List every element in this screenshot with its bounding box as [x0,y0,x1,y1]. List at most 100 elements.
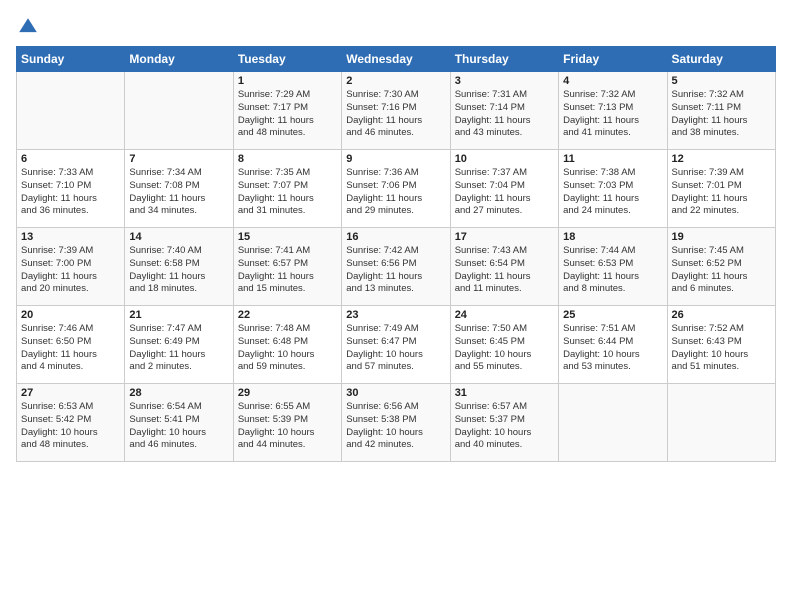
day-cell: 30 Sunrise: 6:56 AM Sunset: 5:38 PM Dayli… [342,384,450,462]
day-cell: 24 Sunrise: 7:50 AM Sunset: 6:45 PM Dayli… [450,306,558,384]
day-cell: 16Sunrise: 7:42 AM Sunset: 6:56 PM Dayli… [342,228,450,306]
day-cell: 21 Sunrise: 7:47 AM Sunset: 6:49 PM Dayli… [125,306,233,384]
day-number: 20 [21,309,120,321]
day-info: Sunrise: 7:43 AM Sunset: 6:54 PM Dayligh… [455,245,554,296]
day-cell: 11Sunrise: 7:38 AM Sunset: 7:03 PM Dayli… [559,150,667,228]
day-number: 5 [672,75,771,87]
day-cell: 17 Sunrise: 7:43 AM Sunset: 6:54 PM Dayli… [450,228,558,306]
header-day: Thursday [450,47,558,72]
day-cell: 19 Sunrise: 7:45 AM Sunset: 6:52 PM Dayli… [667,228,775,306]
week-row: 6 Sunrise: 7:33 AM Sunset: 7:10 PM Daylig… [17,150,776,228]
logo [16,16,39,38]
day-info: Sunrise: 7:34 AM Sunset: 7:08 PM Dayligh… [129,167,228,218]
day-number: 29 [238,387,337,399]
day-number: 14 [129,231,228,243]
header-day: Monday [125,47,233,72]
day-cell: 25Sunrise: 7:51 AM Sunset: 6:44 PM Dayli… [559,306,667,384]
day-number: 3 [455,75,554,87]
day-cell: 4 Sunrise: 7:32 AM Sunset: 7:13 PM Daylig… [559,72,667,150]
day-info: Sunrise: 7:41 AM Sunset: 6:57 PM Dayligh… [238,245,337,296]
day-info: Sunrise: 7:39 AM Sunset: 7:01 PM Dayligh… [672,167,771,218]
day-number: 11 [563,153,662,165]
day-cell [17,72,125,150]
page: SundayMondayTuesdayWednesdayThursdayFrid… [0,0,792,612]
day-info: Sunrise: 7:50 AM Sunset: 6:45 PM Dayligh… [455,323,554,374]
header-day: Sunday [17,47,125,72]
day-info: Sunrise: 7:31 AM Sunset: 7:14 PM Dayligh… [455,89,554,140]
day-number: 26 [672,309,771,321]
day-cell: 3 Sunrise: 7:31 AM Sunset: 7:14 PM Daylig… [450,72,558,150]
header-day: Wednesday [342,47,450,72]
header-day: Saturday [667,47,775,72]
day-info: Sunrise: 7:29 AM Sunset: 7:17 PM Dayligh… [238,89,337,140]
day-number: 6 [21,153,120,165]
day-number: 28 [129,387,228,399]
day-number: 19 [672,231,771,243]
day-info: Sunrise: 7:30 AM Sunset: 7:16 PM Dayligh… [346,89,445,140]
day-cell: 20 Sunrise: 7:46 AM Sunset: 6:50 PM Dayli… [17,306,125,384]
day-info: Sunrise: 7:48 AM Sunset: 6:48 PM Dayligh… [238,323,337,374]
week-row: 20 Sunrise: 7:46 AM Sunset: 6:50 PM Dayli… [17,306,776,384]
day-info: Sunrise: 7:35 AM Sunset: 7:07 PM Dayligh… [238,167,337,218]
day-cell: 15 Sunrise: 7:41 AM Sunset: 6:57 PM Dayli… [233,228,341,306]
header-day: Tuesday [233,47,341,72]
day-cell: 6 Sunrise: 7:33 AM Sunset: 7:10 PM Daylig… [17,150,125,228]
day-cell: 8 Sunrise: 7:35 AM Sunset: 7:07 PM Daylig… [233,150,341,228]
day-cell: 12 Sunrise: 7:39 AM Sunset: 7:01 PM Dayli… [667,150,775,228]
day-number: 2 [346,75,445,87]
day-info: Sunrise: 6:57 AM Sunset: 5:37 PM Dayligh… [455,401,554,452]
day-info: Sunrise: 7:45 AM Sunset: 6:52 PM Dayligh… [672,245,771,296]
header [16,16,776,38]
day-cell: 28 Sunrise: 6:54 AM Sunset: 5:41 PM Dayli… [125,384,233,462]
day-number: 12 [672,153,771,165]
day-number: 17 [455,231,554,243]
day-number: 13 [21,231,120,243]
day-info: Sunrise: 7:33 AM Sunset: 7:10 PM Dayligh… [21,167,120,218]
day-info: Sunrise: 7:49 AM Sunset: 6:47 PM Dayligh… [346,323,445,374]
day-info: Sunrise: 7:32 AM Sunset: 7:13 PM Dayligh… [563,89,662,140]
day-number: 9 [346,153,445,165]
day-cell: 2 Sunrise: 7:30 AM Sunset: 7:16 PM Daylig… [342,72,450,150]
day-info: Sunrise: 6:55 AM Sunset: 5:39 PM Dayligh… [238,401,337,452]
calendar-table: SundayMondayTuesdayWednesdayThursdayFrid… [16,46,776,462]
day-number: 1 [238,75,337,87]
day-number: 10 [455,153,554,165]
day-info: Sunrise: 6:53 AM Sunset: 5:42 PM Dayligh… [21,401,120,452]
day-cell: 9 Sunrise: 7:36 AM Sunset: 7:06 PM Daylig… [342,150,450,228]
day-cell: 27Sunrise: 6:53 AM Sunset: 5:42 PM Dayli… [17,384,125,462]
day-cell [125,72,233,150]
day-number: 22 [238,309,337,321]
day-number: 25 [563,309,662,321]
week-row: 13 Sunrise: 7:39 AM Sunset: 7:00 PM Dayli… [17,228,776,306]
day-number: 7 [129,153,228,165]
day-cell: 10 Sunrise: 7:37 AM Sunset: 7:04 PM Dayli… [450,150,558,228]
day-cell [559,384,667,462]
day-info: Sunrise: 6:56 AM Sunset: 5:38 PM Dayligh… [346,401,445,452]
day-number: 24 [455,309,554,321]
day-cell: 5Sunrise: 7:32 AM Sunset: 7:11 PM Daylig… [667,72,775,150]
day-info: Sunrise: 7:36 AM Sunset: 7:06 PM Dayligh… [346,167,445,218]
day-number: 15 [238,231,337,243]
day-number: 21 [129,309,228,321]
day-info: Sunrise: 7:37 AM Sunset: 7:04 PM Dayligh… [455,167,554,218]
day-cell: 1 Sunrise: 7:29 AM Sunset: 7:17 PM Daylig… [233,72,341,150]
day-number: 23 [346,309,445,321]
day-cell: 7 Sunrise: 7:34 AM Sunset: 7:08 PM Daylig… [125,150,233,228]
header-day: Friday [559,47,667,72]
day-info: Sunrise: 7:52 AM Sunset: 6:43 PM Dayligh… [672,323,771,374]
day-number: 8 [238,153,337,165]
day-info: Sunrise: 7:39 AM Sunset: 7:00 PM Dayligh… [21,245,120,296]
day-cell: 31Sunrise: 6:57 AM Sunset: 5:37 PM Dayli… [450,384,558,462]
day-info: Sunrise: 7:47 AM Sunset: 6:49 PM Dayligh… [129,323,228,374]
header-row: SundayMondayTuesdayWednesdayThursdayFrid… [17,47,776,72]
day-number: 18 [563,231,662,243]
day-number: 30 [346,387,445,399]
day-info: Sunrise: 6:54 AM Sunset: 5:41 PM Dayligh… [129,401,228,452]
day-number: 4 [563,75,662,87]
day-info: Sunrise: 7:46 AM Sunset: 6:50 PM Dayligh… [21,323,120,374]
day-cell: 18Sunrise: 7:44 AM Sunset: 6:53 PM Dayli… [559,228,667,306]
day-cell: 26 Sunrise: 7:52 AM Sunset: 6:43 PM Dayli… [667,306,775,384]
day-cell: 14 Sunrise: 7:40 AM Sunset: 6:58 PM Dayli… [125,228,233,306]
day-number: 16 [346,231,445,243]
day-info: Sunrise: 7:40 AM Sunset: 6:58 PM Dayligh… [129,245,228,296]
